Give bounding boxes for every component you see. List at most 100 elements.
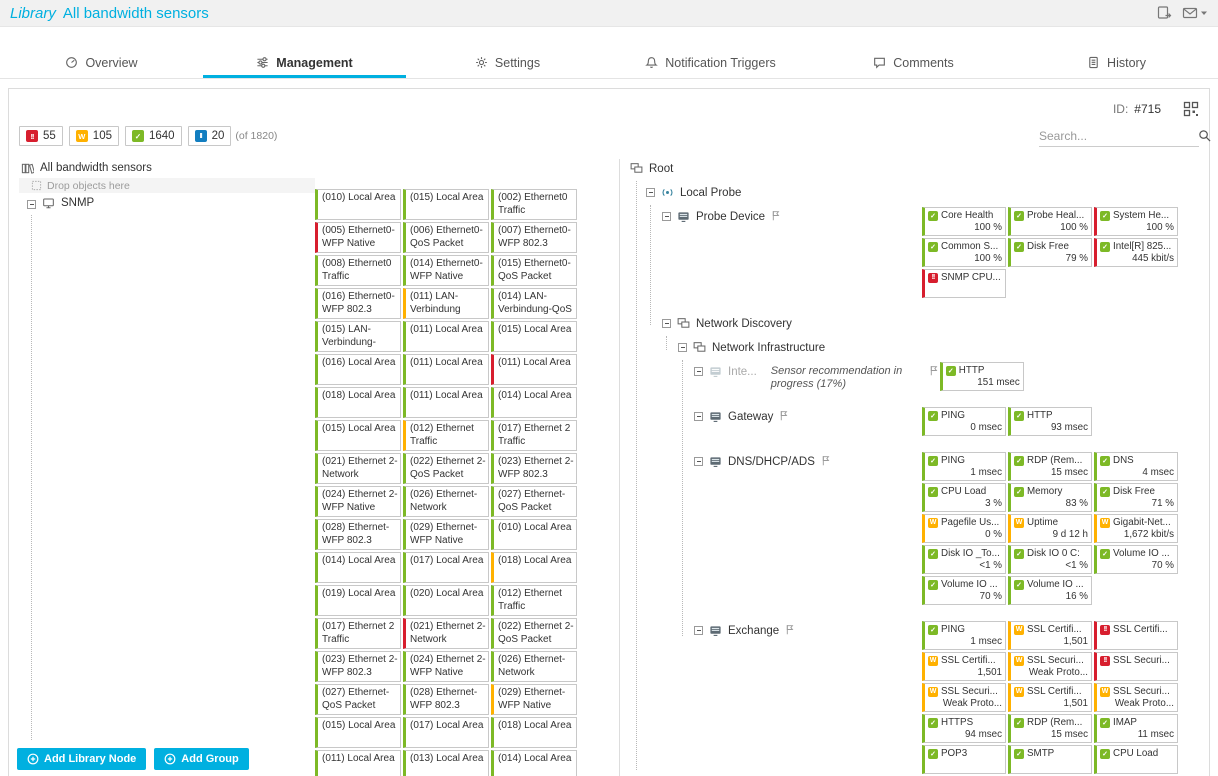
tab-history[interactable]: History — [1015, 50, 1218, 78]
sensor-tile[interactable]: (021) Ethernet 2-Network — [315, 453, 401, 484]
sensor-chip[interactable]: !!SSL Certifi... — [1094, 621, 1178, 650]
sensor-chip[interactable]: ✓HTTPS94 msec — [922, 714, 1006, 743]
tree-node-dns-dhcp-ads[interactable]: DNS/DHCP/ADS — [630, 452, 922, 605]
sensor-tile[interactable]: (010) Local Area — [315, 189, 401, 220]
sensor-tile[interactable]: (017) Local Area — [403, 717, 489, 748]
sensor-chip[interactable]: ✓Disk Free71 % — [1094, 483, 1178, 512]
sensor-tile[interactable]: (017) Ethernet 2 Traffic — [491, 420, 577, 451]
sensor-tile[interactable]: (023) Ethernet 2-WFP 802.3 — [491, 453, 577, 484]
collapse-expander-icon[interactable] — [694, 412, 703, 421]
sensor-chip[interactable]: WSSL Certifi...1,501 — [922, 652, 1006, 681]
sensor-tile[interactable]: (022) Ethernet 2-QoS Packet — [491, 618, 577, 649]
sensor-tile[interactable]: (021) Ethernet 2-Network — [403, 618, 489, 649]
sensor-chip[interactable]: ✓Volume IO ...70 % — [922, 576, 1006, 605]
drop-target[interactable]: Drop objects here — [19, 178, 315, 193]
sensor-tile[interactable]: (011) Local Area — [403, 387, 489, 418]
collapse-expander-icon[interactable] — [27, 200, 36, 209]
sensor-tile[interactable]: (011) Local Area — [491, 354, 577, 385]
sensor-tile[interactable]: (018) Local Area — [491, 552, 577, 583]
sensor-chip[interactable]: WUptime9 d 12 h — [1008, 514, 1092, 543]
library-root-node[interactable]: All bandwidth sensors — [19, 159, 315, 177]
sensor-tile[interactable]: (011) LAN-Verbindung — [403, 288, 489, 319]
sensor-chip[interactable]: ✓PING1 msec — [922, 452, 1006, 481]
sensor-chip[interactable]: ✓Volume IO ...16 % — [1008, 576, 1092, 605]
sensor-tile[interactable]: (011) Local Area — [315, 750, 401, 776]
sensor-tile[interactable]: (024) Ethernet 2-WFP Native — [315, 486, 401, 517]
sensor-tile[interactable]: (015) Local Area — [315, 420, 401, 451]
sensor-tile[interactable]: (018) Local Area — [315, 387, 401, 418]
tab-settings[interactable]: Settings — [406, 50, 609, 78]
sensor-tile[interactable]: (014) Local Area — [491, 750, 577, 776]
sensor-tile[interactable]: (022) Ethernet 2-QoS Packet — [403, 453, 489, 484]
sensor-chip[interactable]: ✓CPU Load3 % — [922, 483, 1006, 512]
sensor-chip[interactable]: ✓POP3 — [922, 745, 1006, 774]
badge-paused[interactable]: II20 — [188, 126, 232, 146]
collapse-expander-icon[interactable] — [694, 626, 703, 635]
add-library-node-button[interactable]: Add Library Node — [17, 748, 146, 770]
sensor-tile[interactable]: (015) Local Area — [491, 321, 577, 352]
breadcrumb[interactable]: Library — [10, 5, 56, 22]
sensor-chip[interactable]: ✓RDP (Rem...15 msec — [1008, 714, 1092, 743]
collapse-expander-icon[interactable] — [678, 343, 687, 352]
tree-node-network-infrastructure[interactable]: Network Infrastructure — [630, 338, 922, 358]
sensor-tile[interactable]: (002) Ethernet0 Traffic — [491, 189, 577, 220]
sensor-chip[interactable]: ✓Disk IO _To...<1 % — [922, 545, 1006, 574]
sensor-chip[interactable]: ✓HTTP151 msec — [940, 362, 1024, 391]
tree-node-exchange[interactable]: Exchange — [630, 621, 922, 774]
collapse-expander-icon[interactable] — [662, 212, 671, 221]
library-node-snmp[interactable]: SNMP — [19, 194, 315, 212]
sensor-chip[interactable]: ✓Intel[R] 825...445 kbit/s — [1094, 238, 1178, 267]
collapse-expander-icon[interactable] — [662, 319, 671, 328]
sensor-chip[interactable]: ✓SMTP — [1008, 745, 1092, 774]
sensor-chip[interactable]: ✓HTTP93 msec — [1008, 407, 1092, 436]
tree-node-network-discovery[interactable]: Network Discovery — [630, 314, 922, 334]
sensor-tile[interactable]: (014) Local Area — [315, 552, 401, 583]
sensor-tile[interactable]: (024) Ethernet 2-WFP Native — [403, 651, 489, 682]
tree-node-gateway[interactable]: Gateway — [630, 407, 922, 436]
sensor-tile[interactable]: (015) Ethernet0-QoS Packet — [491, 255, 577, 286]
sensor-tile[interactable]: (015) LAN-Verbindung- — [315, 321, 401, 352]
tab-management[interactable]: Management — [203, 50, 406, 78]
sensor-tile[interactable]: (014) LAN-Verbindung-QoS — [491, 288, 577, 319]
qr-code-icon[interactable] — [1183, 101, 1199, 117]
sensor-tile[interactable]: (011) Local Area — [403, 321, 489, 352]
sensor-tile[interactable]: (020) Local Area — [403, 585, 489, 616]
sensor-chip[interactable]: ✓Common S...100 % — [922, 238, 1006, 267]
sensor-tile[interactable]: (029) Ethernet-WFP Native — [491, 684, 577, 715]
sensor-chip[interactable]: WSSL Certifi...1,501 — [1008, 683, 1092, 712]
sensor-tile[interactable]: (014) Local Area — [491, 387, 577, 418]
sensor-chip[interactable]: WSSL Certifi...1,501 — [1008, 621, 1092, 650]
sensor-chip[interactable]: ✓Probe Heal...100 % — [1008, 207, 1092, 236]
sensor-chip[interactable]: ✓IMAP11 msec — [1094, 714, 1178, 743]
badge-up[interactable]: ✓1640 — [125, 126, 182, 146]
sensor-tile[interactable]: (027) Ethernet-QoS Packet — [491, 486, 577, 517]
sensor-tile[interactable]: (017) Ethernet 2 Traffic — [315, 618, 401, 649]
tree-node-probe-device[interactable]: Probe Device — [630, 207, 922, 298]
tab-comments[interactable]: Comments — [812, 50, 1015, 78]
sensor-chip[interactable]: ✓RDP (Rem...15 msec — [1008, 452, 1092, 481]
sensor-chip[interactable]: ✓System He...100 % — [1094, 207, 1178, 236]
sensor-chip[interactable]: !!SNMP CPU... — [922, 269, 1006, 298]
sensor-tile[interactable]: (028) Ethernet-WFP 802.3 — [315, 519, 401, 550]
sensor-chip[interactable]: ✓Volume IO ...70 % — [1094, 545, 1178, 574]
tree-node-inte[interactable]: Inte...Sensor recommendation in progress… — [630, 362, 940, 391]
collapse-expander-icon[interactable] — [646, 188, 655, 197]
sensor-chip[interactable]: !!SSL Securi... — [1094, 652, 1178, 681]
sensor-tile[interactable]: (012) Ethernet Traffic — [491, 585, 577, 616]
sensor-tile[interactable]: (018) Local Area — [491, 717, 577, 748]
sensor-tile[interactable]: (005) Ethernet0-WFP Native — [315, 222, 401, 253]
sensor-tile[interactable]: (008) Ethernet0 Traffic — [315, 255, 401, 286]
sensor-tile[interactable]: (012) Ethernet Traffic — [403, 420, 489, 451]
collapse-expander-icon[interactable] — [694, 367, 703, 376]
sensor-chip[interactable]: WSSL Securi...Weak Proto... — [1094, 683, 1178, 712]
tree-node-local-probe[interactable]: Local Probe — [630, 183, 922, 203]
sensor-tile[interactable]: (026) Ethernet-Network — [491, 651, 577, 682]
sensor-tile[interactable]: (019) Local Area — [315, 585, 401, 616]
sensor-chip[interactable]: ✓CPU Load — [1094, 745, 1178, 774]
sensor-chip[interactable]: WSSL Securi...Weak Proto... — [1008, 652, 1092, 681]
sensor-tile[interactable]: (014) Ethernet0-WFP Native — [403, 255, 489, 286]
badge-down[interactable]: !!55 — [19, 126, 63, 146]
sensor-tile[interactable]: (006) Ethernet0-QoS Packet — [403, 222, 489, 253]
sensor-tile[interactable]: (013) Local Area — [403, 750, 489, 776]
sensor-chip[interactable]: ✓Disk IO 0 C:<1 % — [1008, 545, 1092, 574]
